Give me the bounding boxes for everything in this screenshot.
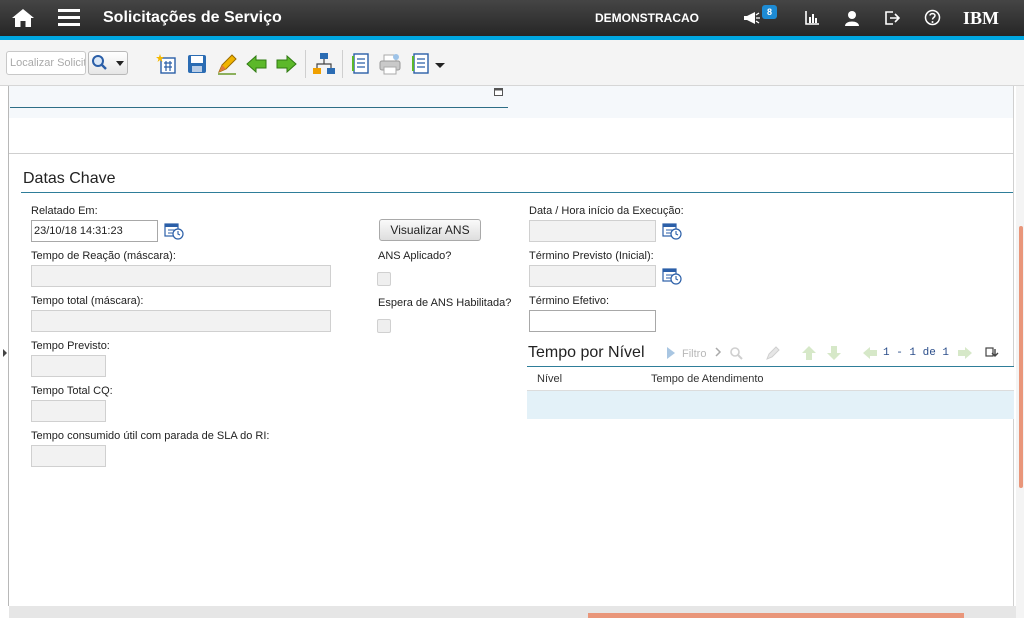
user-profile-icon[interactable]	[844, 10, 860, 26]
notification-badge: 8	[762, 5, 777, 19]
bulletins-icon[interactable]	[743, 10, 761, 26]
search-icon[interactable]	[729, 346, 745, 360]
level-table-title: Tempo por Nível	[528, 344, 645, 361]
report-icon[interactable]	[351, 53, 371, 75]
search-button[interactable]	[88, 51, 128, 75]
reaction-time-label: Tempo de Reação (máscara):	[31, 250, 176, 262]
table-row[interactable]	[527, 391, 1014, 419]
total-time-field	[31, 310, 331, 332]
reported-date-label: Relatado Em:	[31, 205, 98, 217]
expected-end-label: Término Previsto (Inicial):	[529, 250, 654, 262]
collapse-arrow-icon[interactable]	[2, 349, 8, 357]
calendar-icon[interactable]	[494, 87, 504, 97]
sla-applied-checkbox	[377, 272, 391, 286]
page-border-left	[8, 86, 9, 606]
scrollbar-thumb[interactable]	[1019, 226, 1023, 488]
download-icon[interactable]	[985, 346, 999, 360]
next-page-icon[interactable]	[957, 346, 973, 360]
reports-chart-icon[interactable]	[804, 10, 820, 26]
help-icon[interactable]	[924, 9, 941, 26]
expected-time-field	[31, 355, 106, 377]
toolbar-separator	[305, 50, 306, 78]
reported-date-field[interactable]: 23/10/18 14:31:23	[31, 220, 158, 242]
datetime-picker-icon[interactable]	[164, 222, 184, 240]
datetime-picker-icon[interactable]	[662, 222, 682, 240]
reaction-time-field	[31, 265, 331, 287]
page-border-right	[1013, 86, 1014, 606]
sla-applied-label: ANS Aplicado?	[378, 250, 452, 262]
actual-end-label: Término Efetivo:	[529, 295, 610, 307]
column-header-level[interactable]: Nível	[537, 373, 562, 385]
workflow-icon[interactable]	[312, 52, 336, 76]
search-input[interactable]: Localizar Solicit	[6, 51, 86, 75]
view-sla-button[interactable]: Visualizar ANS	[379, 219, 481, 241]
menu-icon[interactable]	[57, 8, 81, 28]
section-title: Datas Chave	[23, 170, 116, 187]
toolbar	[0, 40, 1024, 86]
chevron-right-icon[interactable]	[714, 347, 722, 357]
column-header-service-time[interactable]: Tempo de Atendimento	[651, 373, 764, 385]
save-icon[interactable]	[187, 54, 207, 74]
total-cq-time-label: Tempo Total CQ:	[31, 385, 113, 397]
sla-wait-label: Espera de ANS Habilitada?	[378, 297, 512, 309]
actual-end-field[interactable]	[529, 310, 656, 332]
consumed-time-field	[31, 445, 106, 467]
section-separator	[9, 153, 1013, 154]
expected-end-field	[529, 265, 656, 287]
filter-label[interactable]: Filtro	[682, 348, 706, 360]
sla-wait-checkbox	[377, 319, 391, 333]
field-underline	[10, 107, 508, 108]
total-cq-time-field	[31, 400, 106, 422]
new-record-icon[interactable]	[156, 53, 178, 75]
ibm-logo: IBM	[963, 8, 999, 28]
total-time-label: Tempo total (máscara):	[31, 295, 144, 307]
reports-menu-icon[interactable]	[411, 53, 459, 75]
print-icon[interactable]	[379, 53, 401, 75]
exec-start-field	[529, 220, 656, 242]
section-underline	[21, 192, 1013, 193]
move-down-icon[interactable]	[826, 345, 842, 361]
edit-icon[interactable]	[216, 53, 238, 75]
next-icon[interactable]	[275, 54, 297, 74]
edit-disabled-icon[interactable]	[765, 345, 781, 361]
previous-section-strip	[9, 86, 1013, 118]
previous-page-icon[interactable]	[862, 346, 878, 360]
user-name[interactable]: DEMONSTRACAO	[595, 11, 699, 25]
previous-icon[interactable]	[246, 54, 268, 74]
level-table-header	[527, 367, 1014, 391]
horizontal-scrollbar-thumb[interactable]	[588, 613, 964, 618]
expected-time-label: Tempo Previsto:	[31, 340, 110, 352]
move-up-icon[interactable]	[801, 345, 817, 361]
app-title: Solicitações de Serviço	[103, 9, 282, 26]
sign-out-icon[interactable]	[884, 10, 900, 26]
home-icon[interactable]	[11, 7, 35, 29]
filter-arrow-icon[interactable]	[666, 347, 676, 359]
consumed-time-label: Tempo consumido útil com parada de SLA d…	[31, 430, 270, 442]
datetime-picker-icon[interactable]	[662, 267, 682, 285]
exec-start-label: Data / Hora início da Execução:	[529, 205, 684, 217]
toolbar-separator	[342, 50, 343, 78]
pager-text: 1 - 1 de 1	[883, 347, 950, 359]
